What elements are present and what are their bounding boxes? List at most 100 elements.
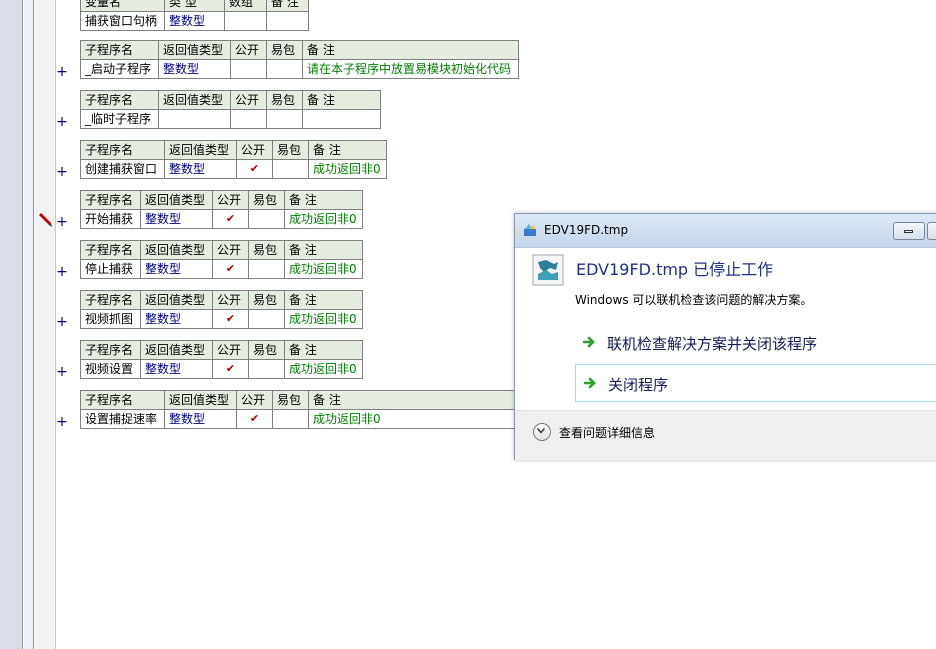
var-name-cell[interactable]: 捕获窗口句柄 <box>80 11 165 31</box>
sub-type-cell[interactable]: 整数型 <box>140 309 213 329</box>
sub-public-cell[interactable]: ✔ <box>212 259 249 279</box>
subroutine-table: 子程序名 返回值类型 公开 易包 备 注 视频抓图 整数型 ✔ 成功返回非0 <box>80 290 363 329</box>
var-header-note: 备 注 <box>266 0 309 12</box>
subroutine-table: 子程序名 返回值类型 公开 易包 备 注 视频设置 整数型 ✔ 成功返回非0 <box>80 340 363 379</box>
expand-plus-icon[interactable]: + <box>56 315 68 329</box>
sub-type-cell[interactable] <box>158 109 231 129</box>
sub-name-cell[interactable]: _启动子程序 <box>80 59 159 79</box>
green-arrow-icon <box>583 336 595 348</box>
sub-name-cell[interactable]: 设置捕捉速率 <box>80 409 165 429</box>
sub-public-cell[interactable] <box>230 59 267 79</box>
sub-easy-pack-cell[interactable] <box>272 159 309 179</box>
header-note: 备 注 <box>308 140 387 160</box>
sub-easy-pack-cell[interactable] <box>248 209 285 229</box>
subroutine-table: 子程序名 返回值类型 公开 易包 备 注 设置捕捉速率 整数型 ✔ 成功返回非0 <box>80 390 515 429</box>
sub-type-cell[interactable]: 整数型 <box>158 59 231 79</box>
subroutine-table: 子程序名 返回值类型 公开 易包 备 注 _临时子程序 <box>80 90 381 129</box>
details-label[interactable]: 查看问题详细信息 <box>559 424 655 441</box>
sub-easy-pack-cell[interactable] <box>248 359 285 379</box>
header-return-type: 返回值类型 <box>158 90 231 110</box>
sub-type-cell[interactable]: 整数型 <box>164 409 237 429</box>
close-program-option[interactable]: 关闭程序 <box>575 364 936 402</box>
sub-note-cell[interactable]: 请在本子程序中放置易模块初始化代码 <box>302 59 519 79</box>
sub-easy-pack-cell[interactable] <box>248 309 285 329</box>
sub-easy-pack-cell[interactable] <box>272 409 309 429</box>
dialog-titlebar[interactable]: EDV19FD.tmp <box>515 214 936 248</box>
sub-note-cell[interactable]: 成功返回非0 <box>308 409 515 429</box>
sub-note-cell[interactable]: 成功返回非0 <box>308 159 387 179</box>
error-message: Windows 可以联机检查该问题的解决方案。 <box>575 293 813 307</box>
sub-easy-pack-cell[interactable] <box>248 259 285 279</box>
maximize-button[interactable] <box>927 222 936 240</box>
sub-type-cell[interactable]: 整数型 <box>140 209 213 229</box>
var-array-cell[interactable] <box>224 11 267 31</box>
sub-note-cell[interactable] <box>302 109 381 129</box>
header-sub-name: 子程序名 <box>80 240 141 260</box>
var-header-name: 变量名 <box>80 0 165 12</box>
header-note: 备 注 <box>308 390 515 410</box>
sub-name-cell[interactable]: 视频设置 <box>80 359 141 379</box>
sub-public-cell[interactable]: ✔ <box>212 359 249 379</box>
sub-name-cell[interactable]: 创建捕获窗口 <box>80 159 165 179</box>
sub-note-cell[interactable]: 成功返回非0 <box>284 209 363 229</box>
details-expand-button[interactable] <box>533 423 551 441</box>
var-note-cell[interactable] <box>266 11 309 31</box>
header-public: 公开 <box>212 240 249 260</box>
header-easy-pack: 易包 <box>266 90 303 110</box>
minimize-button[interactable] <box>893 222 925 240</box>
header-note: 备 注 <box>284 340 363 360</box>
var-header-array: 数组 <box>224 0 267 12</box>
subroutine-table: 子程序名 返回值类型 公开 易包 备 注 创建捕获窗口 整数型 ✔ 成功返回非0 <box>80 140 387 179</box>
expand-plus-icon[interactable]: + <box>56 65 68 79</box>
sub-easy-pack-cell[interactable] <box>266 59 303 79</box>
expand-plus-icon[interactable]: + <box>56 115 68 129</box>
sub-public-cell[interactable] <box>230 109 267 129</box>
expand-plus-icon[interactable]: + <box>56 215 68 229</box>
program-icon <box>532 254 564 286</box>
var-type-cell[interactable]: 整数型 <box>164 11 225 31</box>
sub-name-cell[interactable]: 视频抓图 <box>80 309 141 329</box>
header-return-type: 返回值类型 <box>140 290 213 310</box>
sub-note-cell[interactable]: 成功返回非0 <box>284 309 363 329</box>
chevron-down-icon <box>537 428 545 434</box>
sub-public-cell[interactable]: ✔ <box>236 159 273 179</box>
var-header-type: 类 型 <box>164 0 225 12</box>
header-easy-pack: 易包 <box>272 390 309 410</box>
header-note: 备 注 <box>302 90 381 110</box>
header-return-type: 返回值类型 <box>158 40 231 60</box>
header-easy-pack: 易包 <box>248 190 285 210</box>
green-arrow-icon <box>584 377 596 389</box>
sub-public-cell[interactable]: ✔ <box>236 409 273 429</box>
error-dialog: EDV19FD.tmp EDV19FD.tmp 已停止工作 Windows 可以… <box>514 213 936 460</box>
sub-name-cell[interactable]: 停止捕获 <box>80 259 141 279</box>
header-sub-name: 子程序名 <box>80 190 141 210</box>
dialog-title: EDV19FD.tmp <box>544 223 629 237</box>
sub-name-cell[interactable]: 开始捕获 <box>80 209 141 229</box>
expand-plus-icon[interactable]: + <box>56 415 68 429</box>
header-return-type: 返回值类型 <box>164 390 237 410</box>
expand-plus-icon[interactable]: + <box>56 165 68 179</box>
sub-type-cell[interactable]: 整数型 <box>164 159 237 179</box>
expand-plus-icon[interactable]: + <box>56 265 68 279</box>
header-easy-pack: 易包 <box>248 340 285 360</box>
sub-public-cell[interactable]: ✔ <box>212 209 249 229</box>
sub-type-cell[interactable]: 整数型 <box>140 259 213 279</box>
sub-name-cell[interactable]: _临时子程序 <box>80 109 159 129</box>
expand-plus-icon[interactable]: + <box>56 365 68 379</box>
close-program-label: 关闭程序 <box>608 376 669 394</box>
header-sub-name: 子程序名 <box>80 140 165 160</box>
header-public: 公开 <box>212 290 249 310</box>
sub-type-cell[interactable]: 整数型 <box>140 359 213 379</box>
sub-note-cell[interactable]: 成功返回非0 <box>284 359 363 379</box>
header-sub-name: 子程序名 <box>80 40 159 60</box>
subroutine-table: 子程序名 返回值类型 公开 易包 备 注 _启动子程序 整数型 请在本子程序中放… <box>80 40 519 79</box>
sub-public-cell[interactable]: ✔ <box>212 309 249 329</box>
header-sub-name: 子程序名 <box>80 340 141 360</box>
header-note: 备 注 <box>284 290 363 310</box>
variable-table: 变量名 类 型 数组 备 注 捕获窗口句柄 整数型 <box>80 0 309 31</box>
check-online-option[interactable]: 联机检查解决方案并关闭该程序 <box>575 324 936 362</box>
header-note: 备 注 <box>284 240 363 260</box>
sub-note-cell[interactable]: 成功返回非0 <box>284 259 363 279</box>
sub-easy-pack-cell[interactable] <box>266 109 303 129</box>
header-public: 公开 <box>212 340 249 360</box>
